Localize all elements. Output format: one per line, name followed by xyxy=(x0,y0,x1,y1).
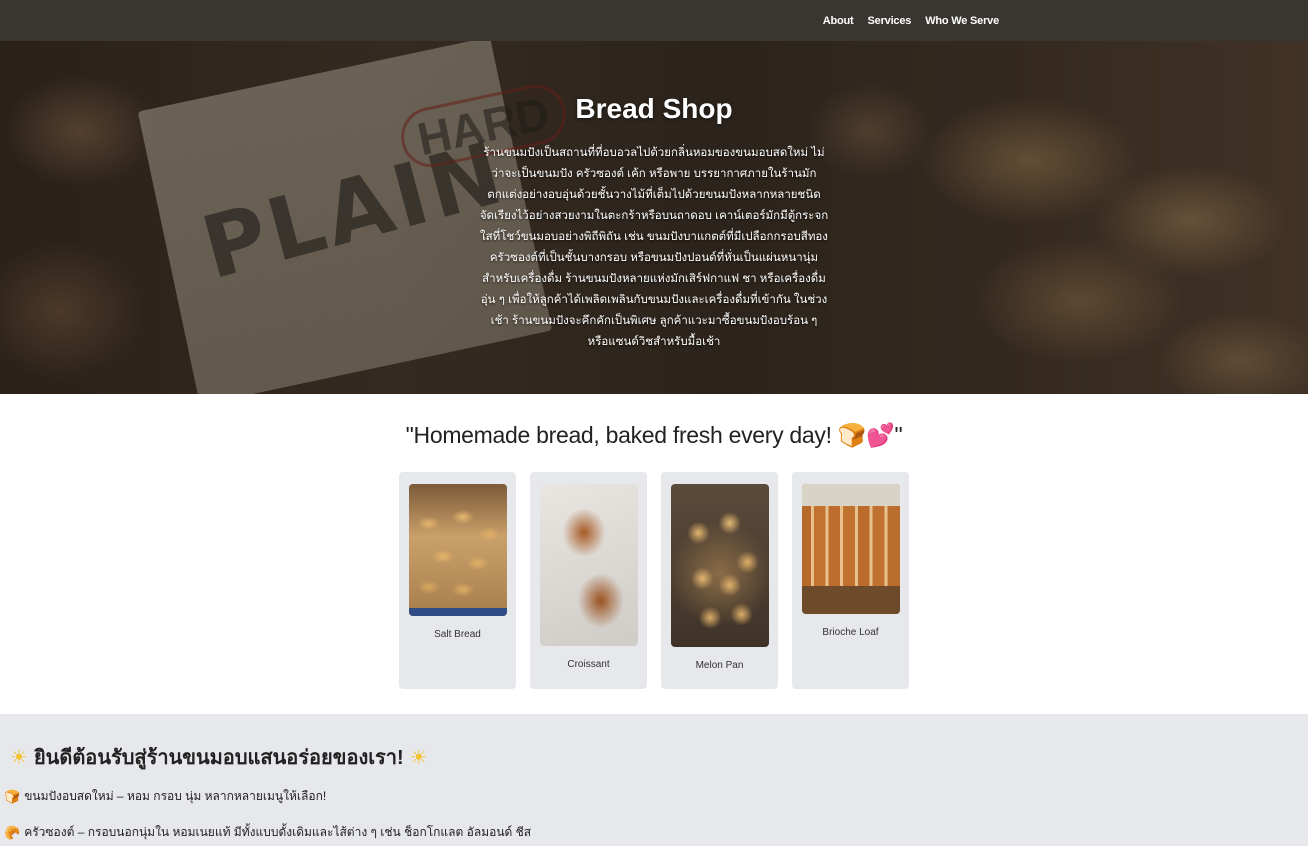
sun-icon: ☀ xyxy=(409,746,428,769)
welcome-heading: ☀ ยินดีต้อนรับสู่ร้านขนมอบแสนอร่อยของเรา… xyxy=(4,741,1308,773)
nav-link-about[interactable]: About xyxy=(823,15,854,27)
product-name: Croissant xyxy=(567,659,610,670)
product-cards: Salt Bread Croissant Melon Pan Brioche L… xyxy=(0,472,1308,689)
brioche-loaf-photo xyxy=(801,484,900,614)
product-card-salt-bread[interactable]: Salt Bread xyxy=(399,472,516,689)
hero-content: Bread Shop ร้านขนมปังเป็นสถานที่ที่อบอวล… xyxy=(0,93,1308,353)
welcome-line-text: ครัวซองต์ – กรอบนอกนุ่มใน หอมเนยแท้ มีทั… xyxy=(24,825,532,839)
product-card-croissant[interactable]: Croissant xyxy=(530,472,647,689)
top-nav-bar: About Services Who We Serve xyxy=(0,0,1308,41)
nav-link-services[interactable]: Services xyxy=(868,15,912,27)
welcome-line: 🍞 ขนมปังอบสดใหม่ – หอม กรอบ นุ่ม หลากหลา… xyxy=(4,787,1308,806)
nav-link-who-we-serve[interactable]: Who We Serve xyxy=(925,15,999,27)
bread-icon: 🍞 xyxy=(4,788,21,804)
product-name: Melon Pan xyxy=(695,660,744,671)
product-name: Brioche Loaf xyxy=(822,627,879,638)
welcome-line-text: ขนมปังอบสดใหม่ – หอม กรอบ นุ่ม หลากหลายเ… xyxy=(24,789,327,803)
hero-banner: PLAIN HARD Bread Shop ร้านขนมปังเป็นสถาน… xyxy=(0,41,1308,394)
croissant-icon: 🥐 xyxy=(4,824,21,840)
product-card-brioche-loaf[interactable]: Brioche Loaf xyxy=(792,472,909,689)
welcome-title: ยินดีต้อนรับสู่ร้านขนมอบแสนอร่อยของเรา! xyxy=(33,747,404,769)
hero-description: ร้านขนมปังเป็นสถานที่ที่อบอวลไปด้วยกลิ่น… xyxy=(479,147,829,348)
sun-icon: ☀ xyxy=(10,746,28,769)
salt-bread-photo xyxy=(408,484,507,616)
welcome-section: ☀ ยินดีต้อนรับสู่ร้านขนมอบแสนอร่อยของเรา… xyxy=(0,714,1308,846)
croissant-photo xyxy=(539,484,638,646)
melon-pan-photo xyxy=(670,484,769,647)
hero-title: Bread Shop xyxy=(575,93,733,124)
welcome-line: 🥐 ครัวซองต์ – กรอบนอกนุ่มใน หอมเนยแท้ มี… xyxy=(4,823,1308,842)
tagline: "Homemade bread, baked fresh every day! … xyxy=(405,422,903,448)
product-card-melon-pan[interactable]: Melon Pan xyxy=(661,472,778,689)
product-name: Salt Bread xyxy=(434,629,481,640)
